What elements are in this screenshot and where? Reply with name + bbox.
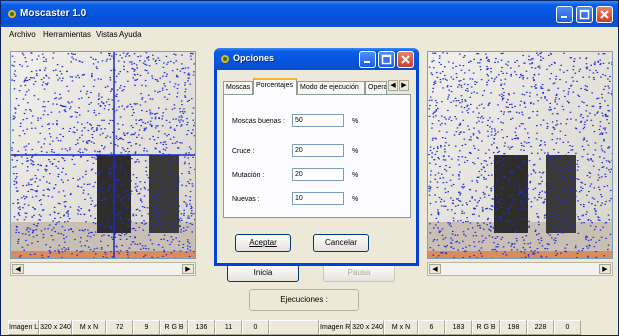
tab-scroll-left-icon[interactable]: ◀ [388,80,398,91]
left-camera-image[interactable] [11,52,195,258]
inicia-button[interactable]: Inicia [227,264,299,282]
dialog-close-button[interactable] [397,51,414,68]
menubar: Archivo Herramientas Vistas Ayuda [1,27,618,43]
status-right-label: Imagen R [319,320,351,335]
status-left-rgb: R G B [160,320,188,335]
status-left-resolution: 320 x 240 [39,320,72,335]
nuevas-input[interactable] [292,192,344,205]
close-icon [600,10,609,19]
ejecuciones-display: Ejecuciones : [249,289,359,311]
scroll-left-icon[interactable]: ◀ [429,264,441,274]
tab-porcentajes[interactable]: Porcentajes [253,78,297,95]
left-image-frame [10,51,196,259]
porcentajes-panel: Moscas buenas : % Cruce : % Mutación : %… [223,94,411,218]
maximize-button[interactable] [576,6,593,23]
dialog-body: Moscas Porcentajes Modo de ejecución Ope… [217,70,416,263]
status-left-r: 136 [188,320,215,335]
status-left-m: 72 [106,320,133,335]
status-right-g: 228 [527,320,554,335]
tab-modo-ejecucion[interactable]: Modo de ejecución [297,81,365,94]
menu-archivo[interactable]: Archivo [9,30,36,39]
status-right-resolution: 320 x 240 [351,320,384,335]
scroll-left-icon[interactable]: ◀ [12,264,24,274]
right-horizontal-scrollbar[interactable]: ◀ ▶ [427,262,613,276]
mutacion-input[interactable] [292,168,344,181]
cancelar-button[interactable]: Cancelar [313,234,369,252]
status-left-b: 0 [242,320,269,335]
close-icon [401,55,410,64]
status-spacer [269,320,319,335]
cruce-label: Cruce : [232,148,255,155]
status-left-mxn: M x N [72,320,106,335]
nuevas-label: Nuevas : [232,196,260,203]
tab-strip: Moscas Porcentajes Modo de ejecución Ope… [223,78,411,95]
mutacion-unit: % [352,172,359,179]
status-right-n: 183 [445,320,472,335]
tab-scroll-right-icon[interactable]: ▶ [399,80,409,91]
cruce-input[interactable] [292,144,344,157]
statusbar: Imagen L 320 x 240 M x N 72 9 R G B 136 … [1,320,618,336]
dialog-titlebar[interactable]: Opciones [214,48,419,70]
tab-opera[interactable]: Opera [365,81,387,94]
window-titlebar[interactable]: Moscaster 1.0 [1,1,618,27]
menu-herramientas[interactable]: Herramientas [43,30,91,39]
maximize-icon [381,54,392,65]
status-left-label: Imagen L [8,320,39,335]
right-image-frame [427,51,613,259]
close-button[interactable] [596,6,613,23]
tab-moscas[interactable]: Moscas [223,81,253,94]
dialog-maximize-button[interactable] [378,51,395,68]
status-left-g: 11 [215,320,242,335]
menu-vistas[interactable]: Vistas [96,30,118,39]
right-camera-image[interactable] [428,52,612,258]
menu-ayuda[interactable]: Ayuda [119,30,142,39]
minimize-icon [364,61,370,63]
minimize-button[interactable] [556,6,573,23]
status-right-m: 6 [418,320,445,335]
status-right-b: 0 [554,320,581,335]
nuevas-unit: % [352,196,359,203]
status-right-rgb: R G B [472,320,500,335]
dialog-title: Opciones [233,53,275,63]
status-right-r: 198 [500,320,527,335]
mutacion-label: Mutación : [232,172,265,179]
dialog-minimize-button[interactable] [359,51,376,68]
moscas-buenas-input[interactable] [292,114,344,127]
aceptar-button[interactable]: Aceptar [235,234,291,252]
left-horizontal-scrollbar[interactable]: ◀ ▶ [10,262,196,276]
cruce-unit: % [352,148,359,155]
moscas-buenas-label: Moscas buenas : [232,118,285,125]
status-left-n: 9 [133,320,160,335]
minimize-icon [561,16,567,18]
scroll-right-icon[interactable]: ▶ [599,264,611,274]
app-icon [221,55,229,63]
options-dialog: Opciones Moscas Porcentajes Modo de ejec… [214,48,419,266]
status-right-mxn: M x N [384,320,418,335]
moscas-buenas-unit: % [352,118,359,125]
window-title: Moscaster 1.0 [20,8,87,19]
maximize-icon [579,9,590,20]
pausa-button[interactable]: Pausa [323,264,395,282]
scroll-right-icon[interactable]: ▶ [182,264,194,274]
app-icon [8,10,16,18]
